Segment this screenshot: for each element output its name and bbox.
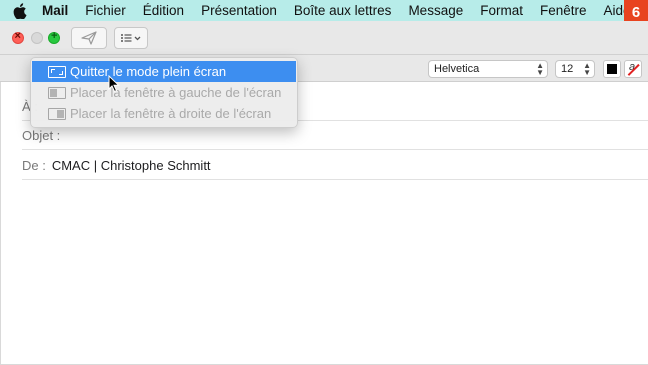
header-fields-button[interactable] xyxy=(114,27,148,49)
stepper-arrows-icon: ▲ ▼ xyxy=(536,61,544,77)
background-color-button[interactable] xyxy=(624,60,642,78)
menu-edition[interactable]: Édition xyxy=(134,0,192,21)
color-swatch-icon xyxy=(607,64,617,74)
fullscreen-window-button[interactable] xyxy=(48,30,60,44)
menu-item-tile-left[interactable]: Placer la fenêtre à gauche de l'écran xyxy=(31,82,297,103)
apple-logo-icon[interactable] xyxy=(0,0,40,21)
mouse-pointer-icon xyxy=(108,75,120,93)
tile-right-icon xyxy=(48,107,66,120)
menu-item-exit-fullscreen[interactable]: Quitter le mode plein écran xyxy=(32,61,296,82)
stepper-arrows-icon: ▲ ▼ xyxy=(583,61,591,77)
tile-left-icon xyxy=(48,86,66,99)
menu-item-label: Placer la fenêtre à gauche de l'écran xyxy=(70,85,282,100)
menu-item-tile-right[interactable]: Placer la fenêtre à droite de l'écran xyxy=(31,103,297,124)
font-family-select[interactable]: Helvetica ▲ ▼ xyxy=(428,60,548,78)
exit-fullscreen-icon xyxy=(48,65,66,78)
window-tiling-menu: Quitter le mode plein écran Placer la fe… xyxy=(30,57,298,128)
font-size-select[interactable]: 12 ▲ ▼ xyxy=(555,60,595,78)
menu-bar: Mail Fichier Édition Présentation Boîte … xyxy=(0,0,648,24)
menu-boite-aux-lettres[interactable]: Boîte aux lettres xyxy=(285,0,400,21)
minimize-window-button[interactable] xyxy=(31,32,43,44)
list-chevron-icon xyxy=(121,34,141,42)
window-border xyxy=(0,82,1,365)
menu-item-label: Placer la fenêtre à droite de l'écran xyxy=(70,106,272,121)
close-window-button[interactable] xyxy=(12,30,24,44)
from-field[interactable]: De : CMAC | Christophe Schmitt xyxy=(22,151,648,180)
font-size-value: 12 xyxy=(561,63,574,75)
send-button[interactable] xyxy=(71,27,107,49)
menu-fenetre[interactable]: Fenêtre xyxy=(531,0,595,21)
menu-app-mail[interactable]: Mail xyxy=(40,0,77,21)
text-color-button[interactable] xyxy=(603,60,621,78)
subject-label: Objet : xyxy=(22,127,61,143)
paper-plane-icon xyxy=(81,31,97,45)
menu-format[interactable]: Format xyxy=(472,0,532,21)
from-label: De : xyxy=(22,157,46,173)
menu-presentation[interactable]: Présentation xyxy=(193,0,286,21)
from-value[interactable]: CMAC | Christophe Schmitt xyxy=(52,158,211,173)
menu-item-label: Quitter le mode plein écran xyxy=(70,64,227,79)
window-toolbar xyxy=(0,21,648,55)
menu-message[interactable]: Message xyxy=(400,0,472,21)
menu-fichier[interactable]: Fichier xyxy=(77,0,135,21)
font-family-value: Helvetica xyxy=(434,63,480,75)
